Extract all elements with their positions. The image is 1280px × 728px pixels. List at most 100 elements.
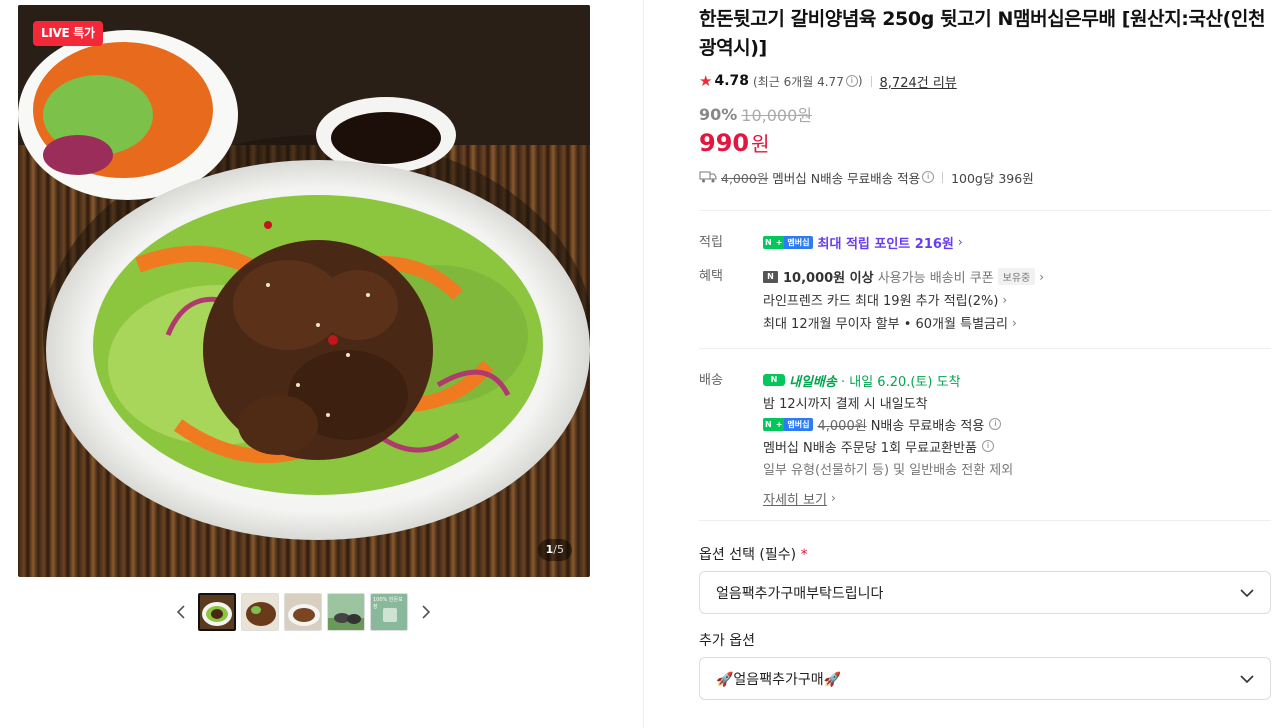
delivery-label: 배송 [699,373,723,388]
product-main-image[interactable]: LIVE 특가 1/5 [18,5,590,577]
thumbnail-2[interactable] [241,593,279,631]
naver-membership-badge: N + 멤버십 [763,235,813,249]
chevron-down-icon [1240,674,1254,683]
chevron-right-icon[interactable] [414,592,438,632]
section-divider [699,520,1271,521]
required-option-label-row: 옵션 선택 (필수) * [699,544,1271,564]
food-photo-illustration [18,5,590,540]
required-option-select[interactable]: 얼음팩추가구매부탁드립니다 [699,571,1271,614]
coupon-line[interactable]: N 10,000원 이상 사용가능 배송비 쿠폰 보유중 › [763,265,1271,288]
image-counter-total: /5 [553,543,564,556]
required-option-group: 옵션 선택 (필수) * 얼음팩추가구매부탁드립니다 [699,544,1271,614]
delivery-fee-original: 4,000원 [817,418,867,434]
separator [870,75,872,87]
thumbnail-strip: 100% 한돈보장 [168,592,438,632]
badge-n: N [763,235,774,249]
owned-tag: 보유중 [997,268,1036,285]
thumbnail-5-text: 100% 한돈보장 [373,597,403,610]
required-mark: * [800,547,808,563]
discount-row: 90% 10,000원 [699,103,1271,126]
review-count-link[interactable]: 8,724건 리뷰 [880,72,957,91]
info-icon[interactable]: i [981,440,994,452]
chevron-down-icon [1240,588,1254,597]
truck-icon [699,171,717,183]
separator [942,171,944,183]
required-option-value: 얼음팩추가구매부탁드립니다 [716,585,884,602]
shipping-row: 4,000원 멤버십 N배송 무료배송 적용 i 100g당 396원 [699,167,1271,187]
rating-recent-close: ) [857,74,863,88]
points-line[interactable]: N + 멤버십 최대 적립 포인트 216원 › [763,231,1271,253]
unit-price: 100g당 396원 [951,170,1034,186]
discount-rate: 90% [699,104,738,124]
exchange-line: 멤버십 N배송 주문당 1회 무료교환반품 i [763,435,1271,457]
thumbnail-3[interactable] [284,593,322,631]
cutoff-line: 밤 12시까지 결제 시 내일도착 [763,391,1271,413]
points-label: 적립 [699,235,723,250]
chevron-right-icon: › [1002,292,1008,307]
badge-plus: + [773,235,785,249]
thumbnail-4[interactable] [327,593,365,631]
detail-line[interactable]: 자세히 보기 › [763,487,1271,509]
tomorrow-delivery-title: 내일배송 [789,374,837,390]
exchange-text: 멤버십 N배송 주문당 1회 무료교환반품 [763,440,977,456]
see-details-link[interactable]: 자세히 보기 [763,489,827,508]
shipping-text: 멤버십 N배송 무료배송 적용 [772,170,921,186]
badge-n: N [763,417,774,431]
live-sale-badge: LIVE 특가 [33,21,103,46]
coupon-text: 사용가능 배송비 쿠폰 [877,271,994,286]
rating-row: ★ 4.78 (최근 6개월 4.77 i ) 8,724건 리뷰 [699,71,1271,91]
section-divider [699,348,1271,349]
extra-option-label: 추가 옵션 [699,633,755,649]
column-divider [643,0,644,728]
delivery-fee-text: N배송 무료배송 적용 [870,418,985,434]
shipping-original-fee: 4,000원 [721,170,769,186]
benefit-section: 혜택 N 10,000원 이상 사용가능 배송비 쿠폰 보유중 › 라인프렌즈 … [699,265,1271,334]
max-points-text: 최대 적립 포인트 216원 [817,236,954,252]
cutoff-text: 밤 12시까지 결제 시 내일도착 [763,396,928,412]
delivery-fee-line: N + 멤버십 4,000원 N배송 무료배송 적용 i [763,413,1271,435]
info-icon[interactable]: i [989,418,1002,430]
delivery-section: 배송 N 내일배송 · 내일 6.20.(토) 도착 밤 12시까지 결제 시 … [699,369,1271,509]
naver-membership-badge: N + 멤버십 [763,417,813,431]
image-counter: 1/5 [537,539,572,561]
badge-membership: 멤버십 [784,417,813,431]
rating-recent: (최근 6개월 4.77 [753,74,844,89]
coupon-icon: N [763,270,778,283]
points-section: 적립 N + 멤버십 최대 적립 포인트 216원 › [699,231,1271,253]
chevron-right-icon: › [1039,269,1045,284]
currency-unit: 원 [751,132,770,156]
card-line[interactable]: 라인프렌즈 카드 최대 19원 추가 적립(2%) › [763,288,1271,311]
info-icon[interactable]: i [845,75,858,87]
chevron-right-icon: › [830,491,836,505]
extra-option-group: 추가 옵션 🚀얼음팩추가구매🚀 [699,630,1271,700]
badge-plus: + [773,417,785,431]
thumbnail-5[interactable]: 100% 한돈보장 [370,593,408,631]
tomorrow-delivery-icon: N [763,374,785,386]
chevron-left-icon[interactable] [168,592,192,632]
coupon-min-amount: 10,000원 이상 [783,271,874,286]
chevron-right-icon: › [957,235,963,249]
section-divider [699,210,1271,211]
tomorrow-delivery-date: · 내일 6.20.(토) 도착 [840,374,961,390]
final-price: 990 [699,129,750,157]
exclusion-text: 일부 유형(선물하기 등) 및 일반배송 전환 제외 [763,462,1014,478]
exclusion-line: 일부 유형(선물하기 등) 및 일반배송 전환 제외 [763,457,1271,479]
benefit-label: 혜택 [699,269,723,284]
product-title: 한돈뒷고기 갈비양념육 250g 뒷고기 N맴버십은무배 [원산지:국산(인천광… [699,8,1266,59]
tomorrow-delivery-line: N 내일배송 · 내일 6.20.(토) 도착 [763,369,1271,391]
extra-option-value: 🚀얼음팩추가구매🚀 [716,671,842,688]
required-option-label: 옵션 선택 (필수) [699,547,797,563]
card-benefit-text: 라인프렌즈 카드 최대 19원 추가 적립(2%) [763,294,999,309]
installment-line[interactable]: 최대 12개월 무이자 할부 • 60개월 특별금리 › [763,311,1271,334]
star-icon: ★ [699,72,713,90]
product-info-panel: 한돈뒷고기 갈비양념육 250g 뒷고기 N맴버십은무배 [원산지:국산(인천광… [699,0,1271,700]
extra-option-select[interactable]: 🚀얼음팩추가구매🚀 [699,657,1271,700]
installment-text: 최대 12개월 무이자 할부 • 60개월 특별금리 [763,317,1008,332]
rating-score: 4.78 [714,73,749,89]
thumbnail-1[interactable] [198,593,236,631]
info-icon[interactable]: i [922,171,935,183]
chevron-right-icon: › [1011,315,1017,330]
original-price: 10,000원 [741,106,813,125]
badge-membership: 멤버십 [784,235,813,249]
final-price-row: 990 원 [699,128,1271,160]
